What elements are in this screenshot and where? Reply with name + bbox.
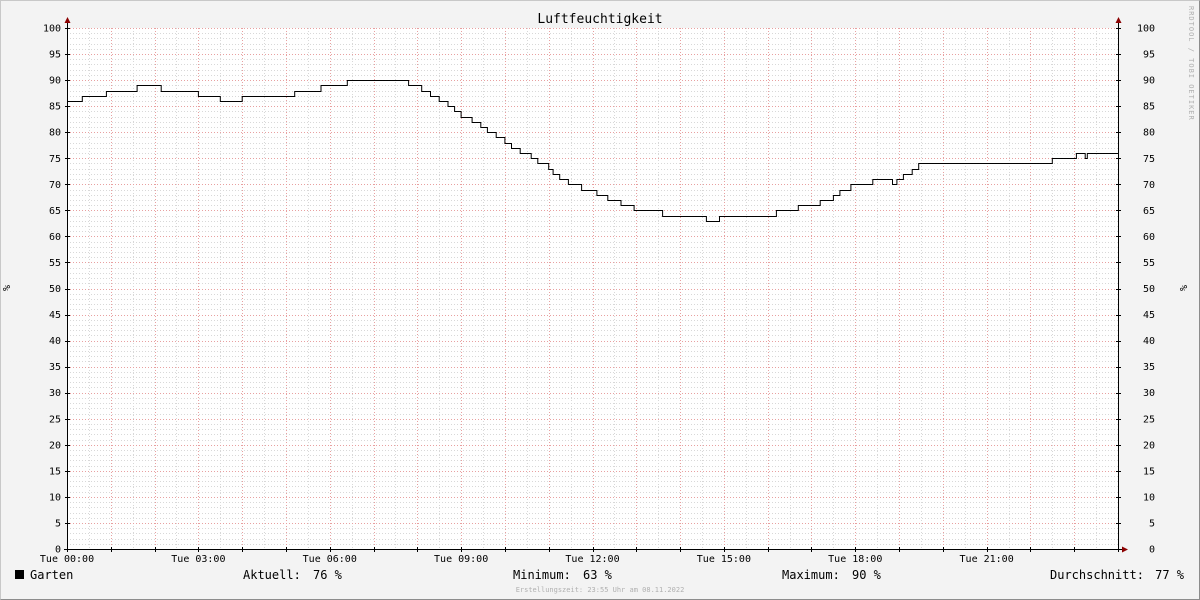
legend-avg-value: 77 % <box>1155 568 1185 582</box>
rrdtool-watermark: RRDTOOL / TOBI OETIKER <box>1187 6 1195 121</box>
x-tick-label: Tue 18:00 <box>828 554 882 565</box>
x-tick-label: Tue 21:00 <box>960 554 1014 565</box>
legend-swatch <box>15 570 24 579</box>
y-tick-label-left: 95 <box>49 50 61 61</box>
y-tick-label-left: 5 <box>55 518 61 529</box>
y-tick-label-right: 60 <box>1143 232 1155 243</box>
chart: 0 5 10 15 20 25 30 35 40 45 50 55 60 65 70 75 80 85 90 95 10… <box>2 6 1195 594</box>
x-tick-label: Tue 12:00 <box>565 554 619 565</box>
y-tick-label-right: 35 <box>1143 362 1155 373</box>
y-tick-label-right: 15 <box>1143 466 1155 477</box>
y-tick-label-left: 55 <box>49 258 61 269</box>
y-tick-label-left: 15 <box>49 466 61 477</box>
y-tick-label-right: 65 <box>1143 206 1155 217</box>
legend-min-value: 63 % <box>583 568 613 582</box>
y-tick-label-left: 35 <box>49 362 61 373</box>
y-tick-label-right: 5 <box>1149 518 1155 529</box>
y-tick-label-right: 50 <box>1143 284 1155 295</box>
y-axis-label-right: % <box>1177 285 1188 291</box>
y-tick-label-right: 80 <box>1143 128 1155 139</box>
y-tick-label-right: 70 <box>1143 180 1155 191</box>
y-tick-labels-right: 0 5 10 15 20 25 30 35 40 45 50 55 60 65 70 75 80 85 90 95 10… <box>1137 24 1155 556</box>
legend-avg-label: Durchschnitt: <box>1050 568 1144 582</box>
y-tick-label-right: 0 <box>1149 545 1155 556</box>
creation-timestamp: Erstellungszeit: 23:55 Uhr am 08.11.2022 <box>516 586 685 594</box>
legend-max-label: Maximum: <box>782 568 840 582</box>
legend-min-label: Minimum: <box>513 568 571 582</box>
x-tick-label: Tue 00:00 <box>40 554 94 565</box>
y-tick-label-right: 75 <box>1143 154 1155 165</box>
y-tick-label-left: 85 <box>49 102 61 113</box>
y-axis-left-arrow-icon <box>64 17 71 23</box>
y-tick-label-left: 45 <box>49 310 61 321</box>
legend-series-name: Garten <box>30 568 73 582</box>
y-tick-label-left: 60 <box>49 232 61 243</box>
chart-title: Luftfeuchtigkeit <box>537 12 662 27</box>
legend-max-value: 90 % <box>852 568 882 582</box>
y-tick-label-left: 30 <box>49 388 61 399</box>
y-tick-label-left: 80 <box>49 128 61 139</box>
x-tick-label: Tue 03:00 <box>171 554 225 565</box>
y-tick-label-left: 40 <box>49 336 61 347</box>
x-tick-labels: Tue 00:00 Tue 03:00 Tue 06:00 Tue 09:00 Tue … <box>40 554 1014 565</box>
y-tick-label-left: 10 <box>49 492 61 503</box>
x-axis-arrow-icon <box>1122 546 1128 553</box>
y-tick-label-left: 65 <box>49 206 61 217</box>
y-axis-right-arrow-icon <box>1115 17 1122 23</box>
y-tick-label-right: 40 <box>1143 336 1155 347</box>
y-tick-label-right: 45 <box>1143 310 1155 321</box>
y-tick-label-right: 10 <box>1143 492 1155 503</box>
y-tick-label-left: 75 <box>49 154 61 165</box>
y-tick-label-left: 90 <box>49 76 61 87</box>
y-tick-label-left: 25 <box>49 414 61 425</box>
y-tick-label-left: 20 <box>49 440 61 451</box>
y-tick-label-right: 20 <box>1143 440 1155 451</box>
legend-current-label: Aktuell: <box>243 568 301 582</box>
x-tick-label: Tue 09:00 <box>434 554 488 565</box>
y-tick-label-left: 100 <box>43 24 61 35</box>
y-tick-label-right: 85 <box>1143 102 1155 113</box>
y-tick-label-left: 70 <box>49 180 61 191</box>
y-tick-label-left: 50 <box>49 284 61 295</box>
y-tick-label-right: 30 <box>1143 388 1155 399</box>
x-tick-label: Tue 06:00 <box>303 554 357 565</box>
x-tick-label: Tue 15:00 <box>697 554 751 565</box>
y-tick-label-right: 55 <box>1143 258 1155 269</box>
y-tick-labels-left: 0510152025303540455055606570758085909510… <box>43 24 61 556</box>
y-tick-label-right: 90 <box>1143 76 1155 87</box>
y-tick-label-right: 95 <box>1143 50 1155 61</box>
y-axis-label-left: % <box>2 285 13 291</box>
legend-current-value: 76 % <box>313 568 343 582</box>
y-tick-label-right: 25 <box>1143 414 1155 425</box>
y-tick-label-right: 100 <box>1137 24 1155 35</box>
